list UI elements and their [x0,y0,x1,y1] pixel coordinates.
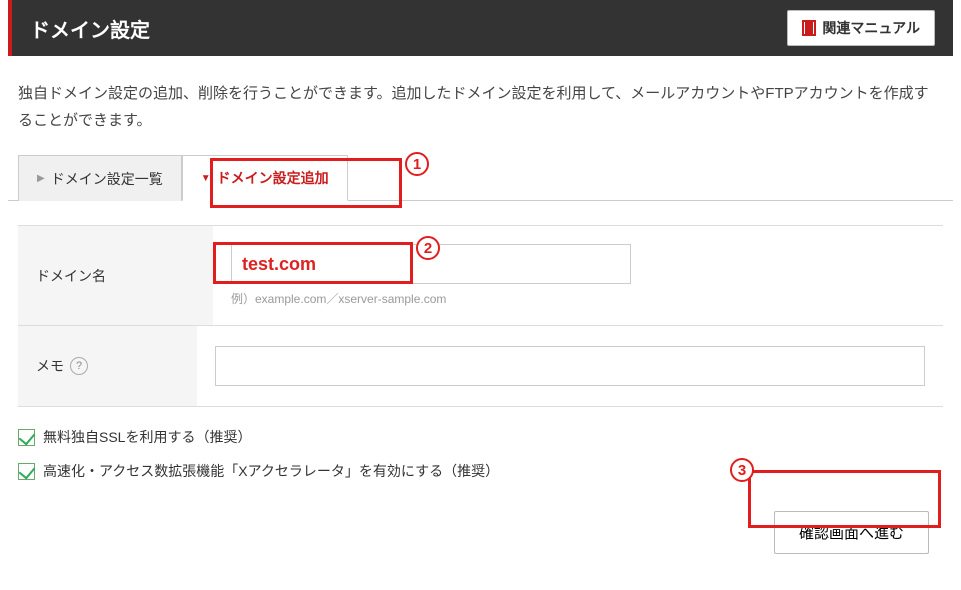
form-row-domain: ドメイン名 例）example.com／xserver-sample.com [18,225,943,326]
action-bar: 確認画面へ進む [8,511,953,566]
checkbox-group: 無料独自SSLを利用する（推奨） 高速化・アクセス数拡張機能「Xアクセラレータ」… [18,427,943,481]
domain-field-cell: 例）example.com／xserver-sample.com [213,226,943,325]
domain-label: ドメイン名 [18,226,213,325]
chevron-right-icon: ▶ [37,173,45,184]
checkbox-icon [18,429,35,446]
help-icon[interactable]: ? [70,357,88,375]
checkbox-icon [18,463,35,480]
page-header: ドメイン設定 関連マニュアル [8,0,953,56]
memo-label-text: メモ [36,356,64,376]
domain-input[interactable] [231,244,631,284]
tab-domain-list[interactable]: ▶ ドメイン設定一覧 [18,155,182,201]
check-xaccelerator[interactable]: 高速化・アクセス数拡張機能「Xアクセラレータ」を有効にする（推奨） [18,461,943,481]
manual-button-label: 関連マニュアル [822,18,920,38]
form-table: ドメイン名 例）example.com／xserver-sample.com メ… [18,225,943,407]
book-icon [802,20,816,36]
memo-input[interactable] [215,346,925,386]
form-row-memo: メモ ? [18,326,943,407]
tab-label: ドメイン設定追加 [217,168,329,188]
chevron-down-icon: ▼ [201,173,211,184]
check-free-ssl[interactable]: 無料独自SSLを利用する（推奨） [18,427,943,447]
tab-label: ドメイン設定一覧 [51,169,163,189]
check-label: 無料独自SSLを利用する（推奨） [43,427,251,447]
domain-hint: 例）example.com／xserver-sample.com [231,290,925,307]
page-title: ドメイン設定 [30,14,150,43]
memo-label: メモ ? [18,326,197,406]
related-manual-button[interactable]: 関連マニュアル [787,10,935,46]
page-description: 独自ドメイン設定の追加、削除を行うことができます。追加したドメイン設定を利用して… [8,80,953,134]
tab-domain-add[interactable]: ▼ ドメイン設定追加 [182,155,348,201]
page-wrap: ドメイン設定 関連マニュアル 独自ドメイン設定の追加、削除を行うことができます。… [0,0,961,590]
confirm-button[interactable]: 確認画面へ進む [774,511,929,554]
memo-field-cell [197,326,943,406]
check-label: 高速化・アクセス数拡張機能「Xアクセラレータ」を有効にする（推奨） [43,461,499,481]
tab-list: ▶ ドメイン設定一覧 ▼ ドメイン設定追加 [8,154,953,201]
